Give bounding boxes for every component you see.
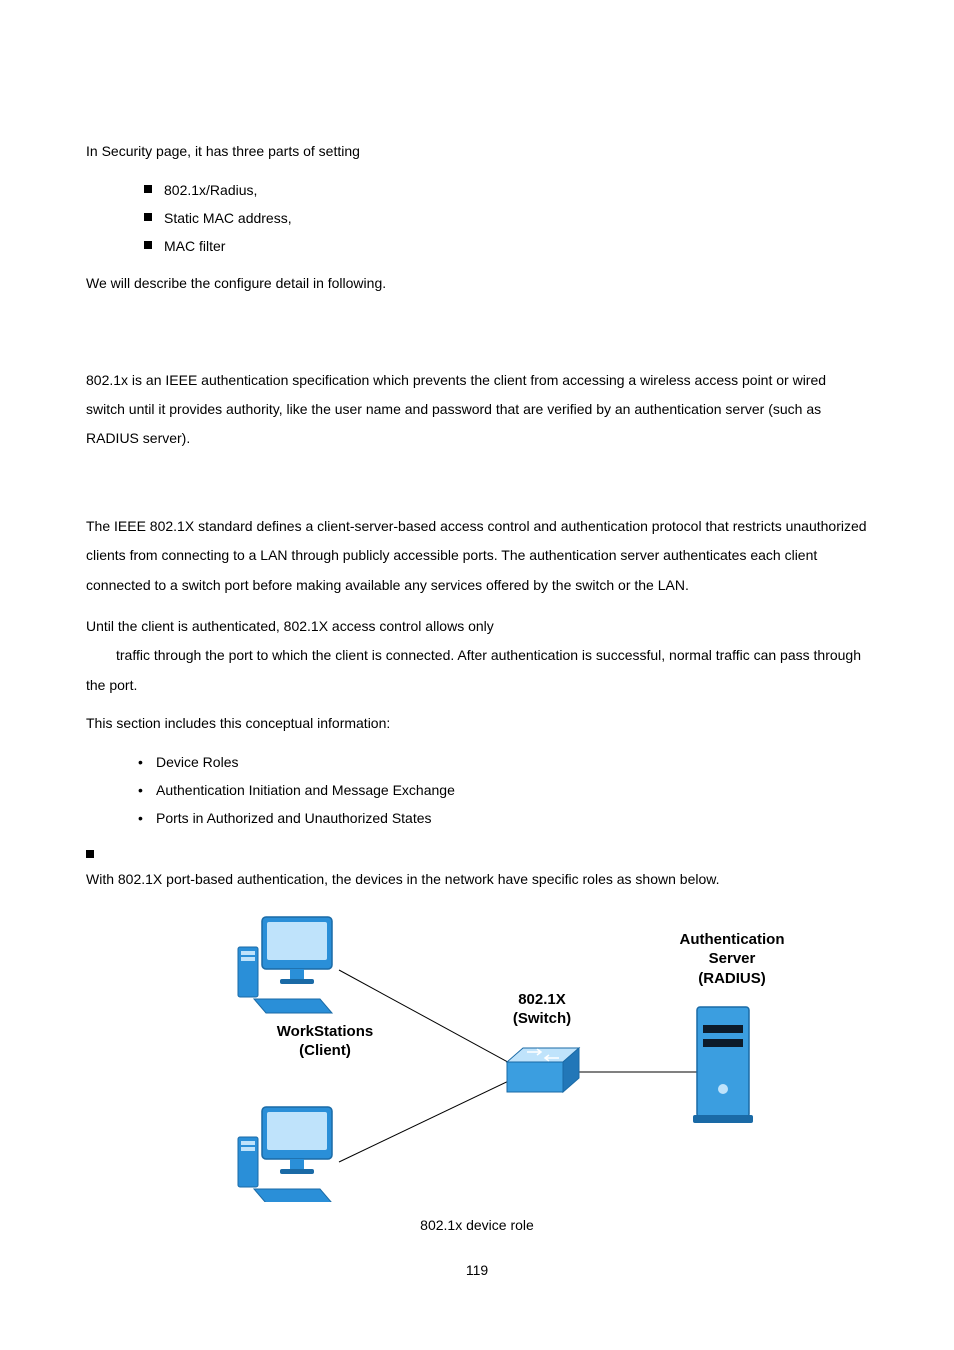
server-icon: [693, 1007, 753, 1123]
list-item: Authentication Initiation and Message Ex…: [156, 776, 868, 804]
paragraph-device-roles: With 802.1X port-based authentication, t…: [86, 868, 868, 892]
client-label: WorkStations (Client): [255, 1022, 395, 1061]
square-bullet-icon: [86, 850, 94, 858]
concepts-list: Device Roles Authentication Initiation a…: [86, 748, 868, 832]
list-item: 802.1x/Radius,: [164, 176, 868, 204]
server-label: Authentication Server (RADIUS): [657, 930, 807, 989]
parts-list: 802.1x/Radius, Static MAC address, MAC f…: [86, 176, 868, 260]
paragraph-standard: The IEEE 802.1X standard defines a clien…: [86, 512, 868, 600]
workstation-icon: [238, 1107, 332, 1202]
figure-8021x-roles: WorkStations (Client) 802.1X (Switch) Au…: [167, 912, 787, 1202]
paragraph-8021x-def: 802.1x is an IEEE authentication specifi…: [86, 366, 868, 454]
list-item: Device Roles: [156, 748, 868, 776]
list-item: Static MAC address,: [164, 204, 868, 232]
paragraph-section-includes: This section includes this conceptual in…: [86, 712, 868, 736]
list-item: Ports in Authorized and Unauthorized Sta…: [156, 804, 868, 832]
list-item: MAC filter: [164, 232, 868, 260]
switch-label: 802.1X (Switch): [482, 990, 602, 1029]
switch-icon: [507, 1048, 579, 1092]
workstation-icon: [238, 917, 332, 1013]
paragraph-until-b: traffic through the port to which the cl…: [86, 641, 868, 700]
intro-close: We will describe the configure detail in…: [86, 272, 868, 296]
paragraph-until-a: Until the client is authenticated, 802.1…: [86, 612, 868, 641]
figure-caption: 802.1x device role: [86, 1217, 868, 1233]
page-number: 119: [0, 1262, 954, 1278]
intro-text: In Security page, it has three parts of …: [86, 140, 868, 164]
